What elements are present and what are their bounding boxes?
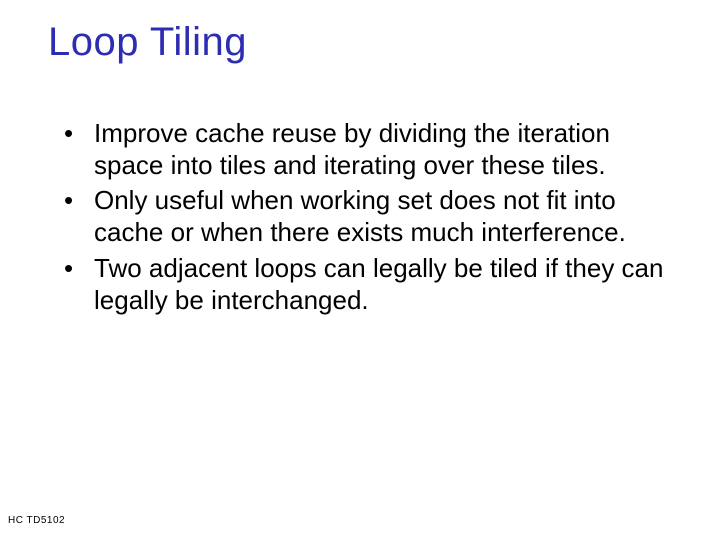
bullet-item: Two adjacent loops can legally be tiled …	[60, 253, 680, 316]
slide-footer: HC TD5102	[8, 515, 65, 526]
bullet-item: Improve cache reuse by dividing the iter…	[60, 118, 680, 181]
slide-title: Loop Tiling	[48, 20, 247, 65]
slide-body: Improve cache reuse by dividing the iter…	[60, 118, 680, 320]
bullet-list: Improve cache reuse by dividing the iter…	[60, 118, 680, 316]
slide: Loop Tiling Improve cache reuse by divid…	[0, 0, 720, 540]
bullet-item: Only useful when working set does not fi…	[60, 185, 680, 248]
